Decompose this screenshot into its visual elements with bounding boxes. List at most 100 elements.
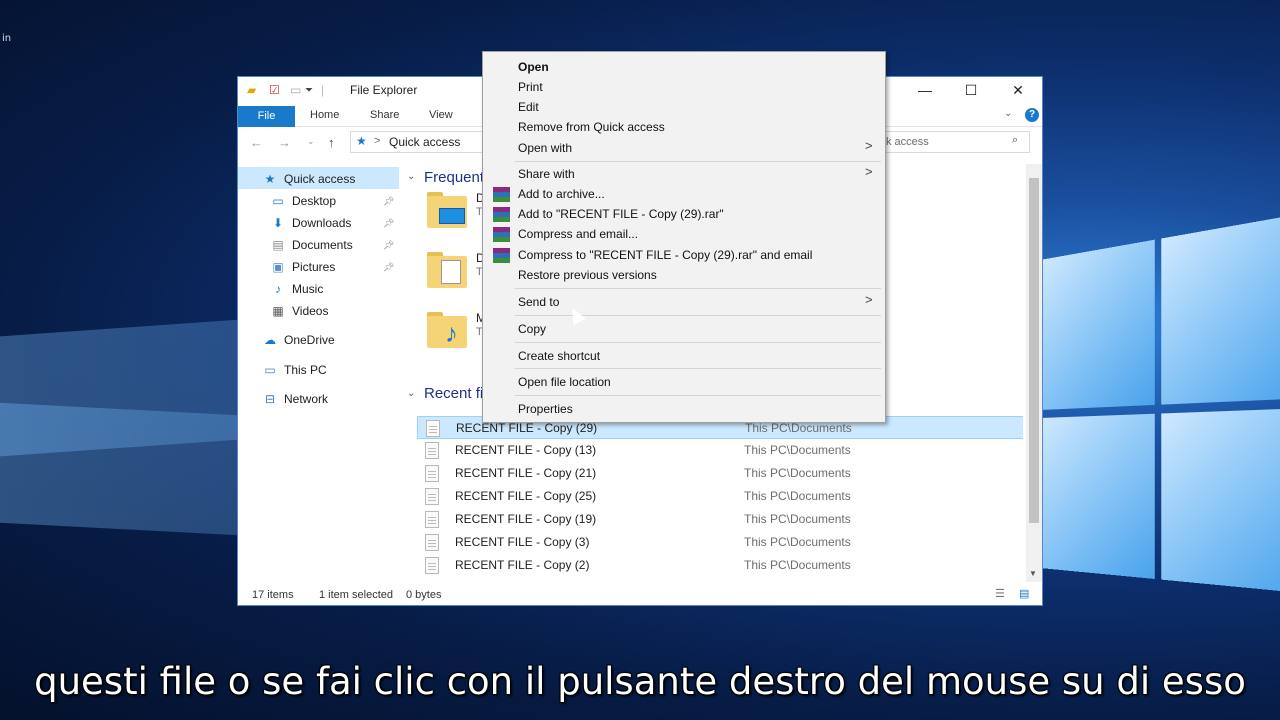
menu-item-compress-to-rar-and-email[interactable]: Compress to "RECENT FILE - Copy (29).rar… xyxy=(518,245,812,265)
file-name: RECENT FILE - Copy (2) xyxy=(455,558,590,572)
properties-icon[interactable]: ☑ xyxy=(269,83,280,97)
sidebar-item-downloads[interactable]: ⬇ Downloads xyxy=(270,212,351,234)
menu-item-properties[interactable]: Properties xyxy=(518,399,573,419)
sidebar-item-network[interactable]: ⊟ Network xyxy=(262,388,328,410)
navigation-pane: ★ Quick access ▭ Desktop ⬇ Downloads ▤ Docum… xyxy=(238,164,401,582)
file-location: This PC\Documents xyxy=(744,558,851,572)
scroll-down-icon[interactable]: ▼ xyxy=(1029,569,1037,578)
pin-icon[interactable]: 📌︎ xyxy=(383,240,394,251)
group-header-frequent[interactable]: Frequent xyxy=(424,169,484,186)
winrar-icon xyxy=(493,248,510,263)
file-name: RECENT FILE - Copy (3) xyxy=(455,535,590,549)
file-location: This PC\Documents xyxy=(744,512,851,526)
table-row[interactable]: RECENT FILE - Copy (2) This PC\Documents xyxy=(417,554,1023,577)
sidebar-item-quick-access[interactable]: ★ Quick access xyxy=(262,168,356,190)
pin-icon[interactable]: 📌︎ xyxy=(383,196,394,207)
menu-item-open[interactable]: Open xyxy=(518,57,549,77)
menu-item-print[interactable]: Print xyxy=(518,77,543,97)
table-row[interactable]: RECENT FILE - Copy (21) This PC\Documents xyxy=(417,462,1023,485)
forward-icon[interactable]: → xyxy=(278,135,291,150)
sidebar-item-label: Videos xyxy=(292,304,329,318)
windows-logo xyxy=(1040,209,1280,711)
sidebar-item-pictures[interactable]: ▣ Pictures xyxy=(270,256,335,278)
table-row[interactable]: RECENT FILE - Copy (3) This PC\Documents xyxy=(417,531,1023,554)
videos-icon: ▦ xyxy=(272,304,284,318)
tab-share[interactable]: Share xyxy=(370,109,399,121)
breadcrumb-separator: > xyxy=(374,135,381,147)
sidebar-item-desktop[interactable]: ▭ Desktop xyxy=(270,190,336,212)
menu-item-open-with[interactable]: Open with xyxy=(518,138,572,158)
details-view-icon[interactable]: ☰ xyxy=(995,587,1005,600)
document-icon xyxy=(425,465,439,482)
menu-separator xyxy=(515,161,881,162)
menu-item-copy[interactable]: Copy xyxy=(518,319,546,339)
document-icon xyxy=(425,488,439,505)
sidebar-item-music[interactable]: ♪ Music xyxy=(270,278,323,300)
menu-item-remove-from-quick-access[interactable]: Remove from Quick access xyxy=(518,117,665,137)
file-location: This PC\Documents xyxy=(744,489,851,503)
group-header-recent[interactable]: Recent fi xyxy=(424,385,483,402)
pictures-icon: ▣ xyxy=(272,260,284,274)
sidebar-item-onedrive[interactable]: ☁ OneDrive xyxy=(262,329,335,351)
folder-icon[interactable] xyxy=(427,190,469,230)
table-row[interactable]: RECENT FILE - Copy (19) This PC\Documents xyxy=(417,508,1023,531)
pin-icon[interactable]: 📌︎ xyxy=(383,218,394,229)
expand-ribbon-icon[interactable]: ⌄ xyxy=(1004,108,1012,119)
up-icon[interactable]: ↑ xyxy=(328,135,335,150)
menu-item-add-to-archive[interactable]: Add to archive... xyxy=(518,184,605,204)
help-icon[interactable]: ? xyxy=(1025,108,1039,122)
vertical-scrollbar[interactable]: ▼ xyxy=(1026,164,1042,582)
document-icon xyxy=(425,557,439,574)
download-icon: ⬇ xyxy=(272,216,284,230)
tab-file[interactable]: File xyxy=(238,106,295,127)
menu-item-create-shortcut[interactable]: Create shortcut xyxy=(518,346,600,366)
file-name: RECENT FILE - Copy (13) xyxy=(455,443,597,457)
tab-home[interactable]: Home xyxy=(310,109,339,121)
collapse-icon[interactable]: ⌄ xyxy=(407,171,415,182)
folder-icon[interactable] xyxy=(427,250,469,290)
item-count: 17 items xyxy=(252,589,294,601)
sidebar-item-videos[interactable]: ▦ Videos xyxy=(270,300,328,322)
minimize-button[interactable]: — xyxy=(902,77,948,104)
star-icon: ★ xyxy=(264,172,276,186)
computer-icon: ▭ xyxy=(264,363,276,377)
table-row[interactable]: RECENT FILE - Copy (13) This PC\Documents xyxy=(417,439,1023,462)
sidebar-item-documents[interactable]: ▤ Documents xyxy=(270,234,352,256)
menu-item-open-file-location[interactable]: Open file location xyxy=(518,372,611,392)
winrar-icon xyxy=(493,227,510,242)
selection-count: 1 item selected xyxy=(319,589,393,601)
address-bar[interactable]: ★ > Quick access xyxy=(350,131,484,153)
sidebar-item-label: Quick access xyxy=(284,172,356,186)
sidebar-item-label: OneDrive xyxy=(284,333,335,347)
menu-item-send-to[interactable]: Send to xyxy=(518,292,559,312)
chevron-down-icon[interactable]: ⏷ xyxy=(305,85,313,96)
breadcrumb-quick-access[interactable]: Quick access xyxy=(389,135,460,149)
sidebar-item-this-pc[interactable]: ▭ This PC xyxy=(262,359,326,381)
recent-locations-icon[interactable]: ⌄ xyxy=(307,136,315,147)
menu-item-edit[interactable]: Edit xyxy=(518,97,539,117)
tab-view[interactable]: View xyxy=(429,109,453,121)
video-subtitle: questi file o se fai clic con il pulsant… xyxy=(34,660,1246,703)
large-icons-view-icon[interactable]: ▤ xyxy=(1019,587,1029,600)
network-icon: ⊟ xyxy=(264,392,276,406)
new-folder-icon[interactable]: ▭ xyxy=(290,83,301,97)
scrollbar-thumb[interactable] xyxy=(1029,178,1039,523)
context-menu: Open Print Edit Remove from Quick access… xyxy=(482,51,886,423)
search-input[interactable]: ick access ⌕ xyxy=(874,131,1030,153)
back-icon[interactable]: ← xyxy=(250,135,263,150)
menu-item-compress-and-email[interactable]: Compress and email... xyxy=(518,224,638,244)
cloud-icon: ☁ xyxy=(264,333,276,347)
table-row[interactable]: RECENT FILE - Copy (25) This PC\Documents xyxy=(417,485,1023,508)
menu-item-add-to-rar[interactable]: Add to "RECENT FILE - Copy (29).rar" xyxy=(518,204,724,224)
divider: | xyxy=(321,83,325,97)
search-icon: ⌕ xyxy=(1012,134,1019,146)
close-button[interactable]: ✕ xyxy=(995,77,1041,104)
menu-item-share-with[interactable]: Share with xyxy=(518,164,575,184)
collapse-icon[interactable]: ⌄ xyxy=(407,388,415,399)
pin-icon[interactable]: 📌︎ xyxy=(383,262,394,273)
maximize-button[interactable]: ☐ xyxy=(948,77,994,104)
document-icon xyxy=(425,442,439,459)
menu-item-restore-previous-versions[interactable]: Restore previous versions xyxy=(518,265,657,285)
folder-icon[interactable]: ♪ xyxy=(427,310,469,350)
document-icon xyxy=(425,511,439,528)
